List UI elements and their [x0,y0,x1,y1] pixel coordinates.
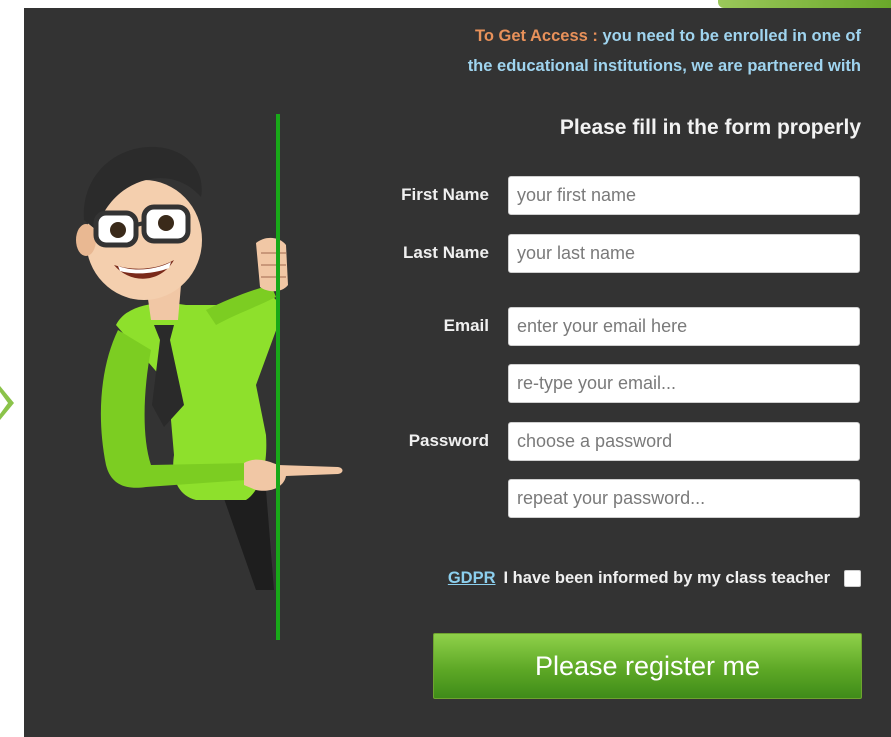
last-name-label: Last Name [403,243,489,262]
chevron-right-icon[interactable] [0,386,14,420]
access-notice: To Get Access : you need to be enrolled … [341,21,861,81]
last-name-input[interactable] [508,234,860,273]
first-name-label: First Name [401,185,489,204]
top-tab-accent [718,0,891,8]
first-name-input[interactable] [508,176,860,215]
email-label: Email [443,316,489,335]
gdpr-checkbox[interactable] [844,570,861,587]
access-line1: you need to be enrolled in one of [602,27,861,45]
register-button[interactable]: Please register me [433,633,862,699]
password-confirm-input[interactable] [508,479,860,518]
gdpr-link[interactable]: GDPR [448,569,496,588]
password-label: Password [408,431,489,450]
gdpr-row: GDPR I have been informed by my class te… [448,569,861,588]
gdpr-statement: I have been informed by my class teacher [503,569,830,587]
divider-line [276,114,280,640]
form-title: Please fill in the form properly [559,116,861,139]
mascot-illustration [76,146,343,590]
email-confirm-input[interactable] [508,364,860,403]
password-input[interactable] [508,422,860,461]
access-line2: the educational institutions, we are par… [467,57,861,75]
email-input[interactable] [508,307,860,346]
access-lead: To Get Access : [475,27,598,45]
